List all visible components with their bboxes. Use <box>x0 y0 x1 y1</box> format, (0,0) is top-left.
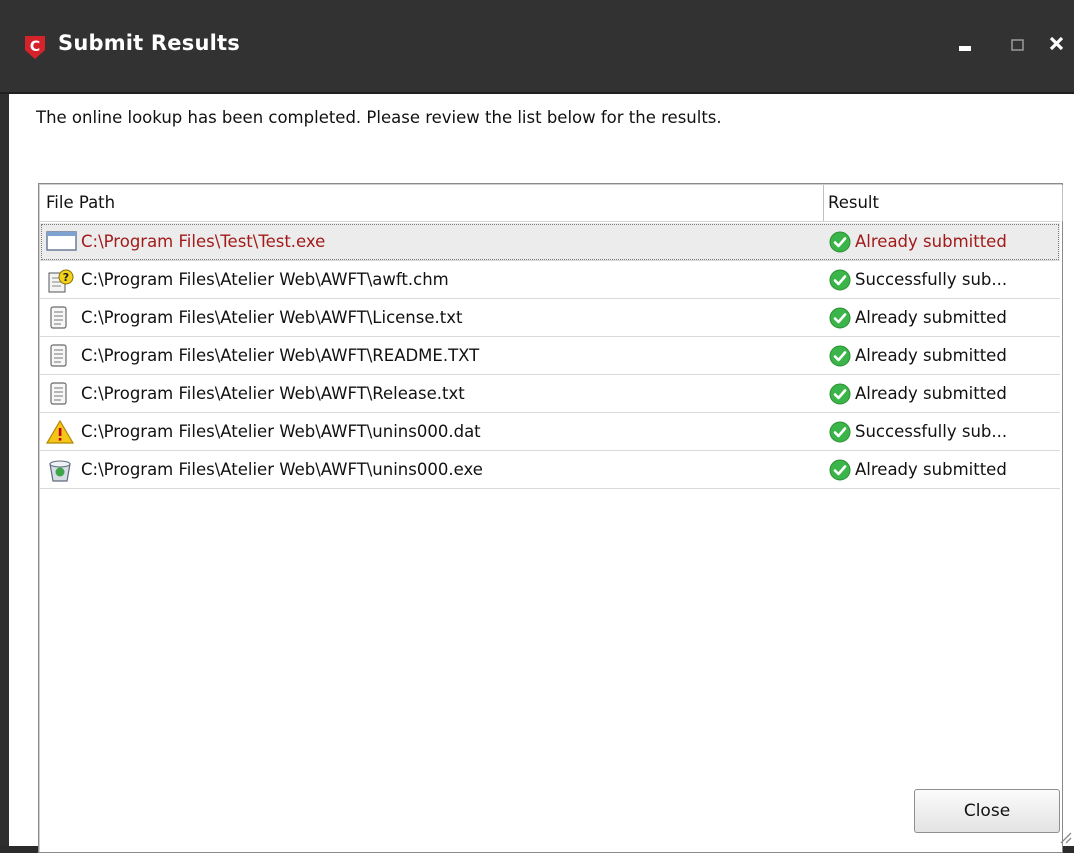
file-path-cell: C:\Program Files\Atelier Web\AWFT\README… <box>81 346 480 365</box>
table-row[interactable]: C:\Program Files\Atelier Web\AWFT\Licens… <box>40 299 1060 337</box>
file-path-cell: C:\Program Files\Atelier Web\AWFT\Licens… <box>81 308 463 327</box>
text-document-icon <box>46 306 78 329</box>
check-circle-icon <box>829 269 851 291</box>
check-circle-icon <box>829 307 851 329</box>
check-circle-icon <box>829 421 851 443</box>
file-path-cell: C:\Program Files\Atelier Web\AWFT\unins0… <box>81 460 483 479</box>
file-path-cell: C:\Program Files\Atelier Web\AWFT\unins0… <box>81 422 481 441</box>
dialog-body: The online lookup has been completed. Pl… <box>0 94 1074 853</box>
result-cell: Already submitted <box>855 460 1007 479</box>
recycle-bin-icon <box>46 458 78 482</box>
list-rows: C:\Program Files\Test\Test.exe Already su… <box>40 223 1060 489</box>
close-button[interactable]: Close <box>914 789 1060 833</box>
minimize-button[interactable] <box>951 30 981 58</box>
close-window-button[interactable] <box>1042 30 1072 58</box>
help-file-icon: ? <box>46 268 78 293</box>
column-header-file-path[interactable]: File Path <box>46 185 821 221</box>
resize-grip-icon[interactable] <box>1058 830 1072 844</box>
result-cell: Successfully sub... <box>855 422 1008 441</box>
result-cell: Already submitted <box>855 346 1007 365</box>
check-circle-icon <box>829 459 851 481</box>
text-document-icon <box>46 382 78 405</box>
result-cell: Already submitted <box>855 308 1007 327</box>
file-path-cell: C:\Program Files\Atelier Web\AWFT\awft.c… <box>81 270 449 289</box>
file-path-cell: C:\Program Files\Atelier Web\AWFT\Releas… <box>81 384 465 403</box>
window-left-border <box>0 94 9 846</box>
file-path-cell: C:\Program Files\Test\Test.exe <box>81 232 326 251</box>
check-circle-icon <box>829 231 851 253</box>
maximize-button[interactable] <box>1003 30 1033 58</box>
list-header: File Path Result <box>40 185 1063 222</box>
application-window-icon <box>46 230 78 252</box>
minimize-icon <box>959 46 971 51</box>
text-document-icon <box>46 344 78 367</box>
svg-text:C: C <box>30 39 40 55</box>
warning-icon <box>45 419 78 444</box>
status-message: The online lookup has been completed. Pl… <box>36 108 722 127</box>
table-row[interactable]: ? C:\Program Files\Atelier Web\AWFT\awft.… <box>40 261 1060 299</box>
svg-text:?: ? <box>63 271 69 284</box>
column-header-result[interactable]: Result <box>823 185 1063 221</box>
table-row[interactable]: C:\Program Files\Atelier Web\AWFT\unins0… <box>40 451 1060 489</box>
maximize-icon <box>1011 39 1024 51</box>
check-circle-icon <box>829 345 851 367</box>
result-cell: Successfully sub... <box>855 270 1008 289</box>
window-title: Submit Results <box>58 31 240 55</box>
close-icon <box>1049 36 1064 51</box>
results-list[interactable]: File Path Result C:\Program Files\Test\T… <box>38 183 1063 853</box>
title-bar[interactable]: C Submit Results <box>0 0 1074 94</box>
table-row[interactable]: C:\Program Files\Atelier Web\AWFT\README… <box>40 337 1060 375</box>
table-row[interactable]: C:\Program Files\Atelier Web\AWFT\Releas… <box>40 375 1060 413</box>
table-row[interactable]: C:\Program Files\Test\Test.exe Already su… <box>40 223 1060 261</box>
comodo-logo-icon: C <box>25 36 45 59</box>
table-row[interactable]: C:\Program Files\Atelier Web\AWFT\unins0… <box>40 413 1060 451</box>
result-cell: Already submitted <box>855 232 1007 251</box>
check-circle-icon <box>829 383 851 405</box>
result-cell: Already submitted <box>855 384 1007 403</box>
submit-results-window: C Submit Results The online lookup has b… <box>0 0 1074 853</box>
